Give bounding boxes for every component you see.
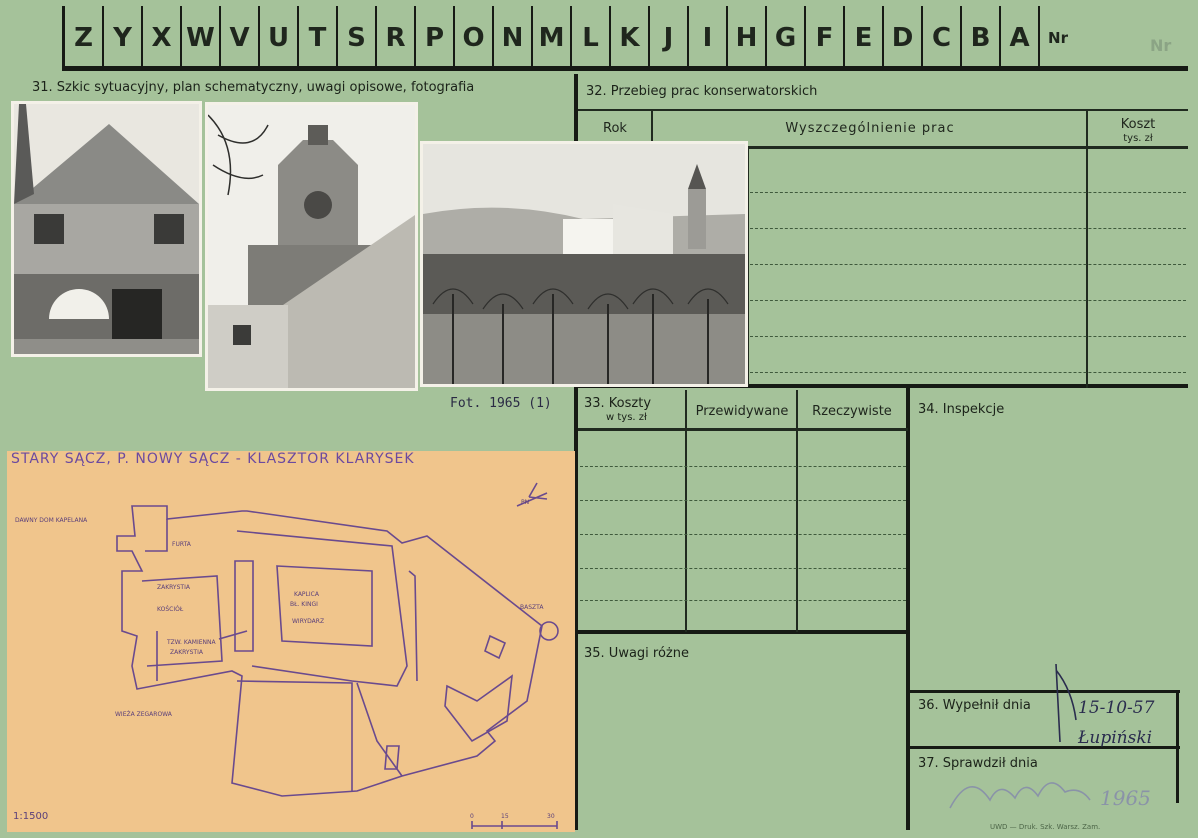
letter-cell: E [845,6,884,66]
dotted-line [580,466,906,467]
letter-cell: Y [104,6,143,66]
letter-cell: B [962,6,1001,66]
col-prace: Wyszczególnienie prac [785,121,955,136]
letter-cell: Z [65,6,104,66]
dotted-line [750,228,1186,229]
section32-label: 32. Przebieg prac konserwatorskich [586,84,818,99]
filled-date: 15-10-57 [1078,698,1155,718]
table32-rok-divider [748,148,749,386]
col-koszt-unit: tys. zł [1123,133,1153,144]
letter-cell: U [260,6,299,66]
section36-rule [910,690,1180,693]
col-rzeczywiste: Rzeczywiste [812,404,892,419]
letter-cell: G [767,6,806,66]
checked-date: 1965 [1100,786,1151,810]
checked-signature [949,782,1091,809]
letter-cell: R [377,6,416,66]
letter-cell: P [416,6,455,66]
letter-cell: N [494,6,533,66]
table32-koszt-divider [1086,110,1088,388]
label-dom-kapelana: DAWNY DOM KAPELANA [15,517,88,524]
label-kaplica: KAPLICA [294,591,319,598]
nr-label: Nr [1048,29,1068,47]
plan-sketch: STARY SĄCZ, P. NOWY SĄCZ - KLASZTOR KLAR… [7,451,575,832]
section33-label: 33. Koszty [584,396,652,411]
letter-cell: H [728,6,767,66]
nr-cell: Nr [1040,6,1076,66]
photo-church-facade [11,101,202,357]
dotted-line [750,264,1186,265]
dotted-line [750,336,1186,337]
letter-cell: M [533,6,572,66]
section34-divider [906,388,910,830]
scale-tick: 30 [547,813,555,820]
table33-header-bottom [578,428,908,431]
plan-scale: 1:1500 [13,811,49,822]
footer-stamp: UWD — Druk. Szk. Warsz. Zam. [990,823,1101,831]
section35-top-rule [574,630,910,634]
label-wirydarz: WIRYDARZ [292,618,325,625]
letter-cell: T [299,6,338,66]
filled-signature: Łupiński [1078,728,1153,748]
letter-cell: C [923,6,962,66]
dotted-line [750,300,1186,301]
alphabet-strip: Z Y X W V U T S R P O N M L K J I H G F … [62,6,1076,66]
letter-cell: K [611,6,650,66]
dotted-line [750,192,1186,193]
table33-col-divider [685,390,687,632]
col-rok: Rok [603,121,627,136]
letter-cell: F [806,6,845,66]
photo-caption: Fot. 1965 (1) [450,396,552,411]
col-koszt: Koszt [1120,117,1156,132]
table32-header-top [578,109,1188,111]
scale-tick: 15 [501,813,509,820]
label-zakrystia: ZAKRYSTIA [157,584,190,591]
right-box-edge [1176,693,1179,803]
faint-nr-label: Nr [1150,36,1172,55]
dotted-line [750,372,1186,373]
label-north: PN [521,499,530,506]
dotted-line [580,534,906,535]
letter-cell: O [455,6,494,66]
scale-tick: 0 [470,813,474,820]
letter-cell: L [572,6,611,66]
photo-landscape [420,141,748,387]
label-wieza: WIEŻA ZEGAROWA [115,711,172,718]
signature-stroke [1055,663,1077,743]
section34-label: 34. Inspekcje [918,402,1005,417]
section36-label: 36. Wypełnił dnia [918,698,1031,713]
label-furta: FURTA [172,541,191,548]
letter-cell: A [1001,6,1040,66]
letter-cell: S [338,6,377,66]
label-kamienna: TZW. KAMIENNA [167,639,216,646]
section35-label: 35. Uwagi różne [584,646,689,661]
letter-cell: X [143,6,182,66]
col-przewidywane: Przewidywane [695,404,789,419]
table33-col-divider [796,390,798,632]
dotted-line [580,568,906,569]
top-rule [62,66,1188,71]
label-zakrystia2: ZAKRYSTIA [170,649,203,656]
plan-drawing [116,482,559,829]
label-kosciol: KOŚCIÓŁ [157,606,184,613]
dotted-line [580,600,906,601]
letter-cell: W [182,6,221,66]
label-kaplica-kingi: BŁ. KINGI [290,601,318,608]
letter-cell: I [689,6,728,66]
letter-cell: V [221,6,260,66]
section31-label: 31. Szkic sytuacyjny, plan schematyczny,… [32,80,475,95]
dotted-line [580,500,906,501]
letter-cell: D [884,6,923,66]
letter-cell: J [650,6,689,66]
photo-church-tower [205,102,418,391]
label-baszta: BASZTA [520,604,544,611]
section33-unit: w tys. zł [606,412,647,423]
